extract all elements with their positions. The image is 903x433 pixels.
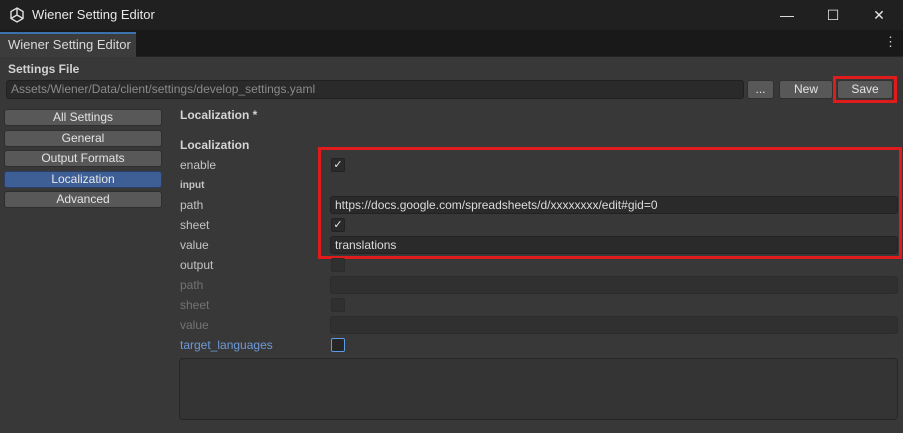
- enable-label: enable: [180, 158, 217, 172]
- output-value-label: value: [180, 318, 209, 332]
- output-path-field[interactable]: [330, 276, 898, 294]
- settings-file-path-field[interactable]: Assets/Wiener/Data/client/settings/devel…: [6, 80, 744, 99]
- input-group-label: input: [180, 180, 205, 191]
- window-title: Wiener Setting Editor: [32, 7, 155, 22]
- tab-wiener-setting-editor[interactable]: Wiener Setting Editor: [0, 32, 136, 57]
- section-title: Localization: [180, 138, 250, 152]
- output-label: output: [180, 258, 214, 272]
- input-highlight-box: [318, 147, 902, 259]
- input-path-label: path: [180, 198, 204, 212]
- page-title: Localization *: [180, 108, 258, 122]
- nav-localization[interactable]: Localization: [4, 171, 162, 188]
- output-value-field[interactable]: [330, 316, 898, 334]
- input-sheet-label: sheet: [180, 218, 210, 232]
- nav-all-settings[interactable]: All Settings: [4, 109, 162, 126]
- output-path-label: path: [180, 278, 204, 292]
- new-button[interactable]: New: [779, 80, 833, 99]
- title-bar: Wiener Setting Editor — ☐ ✕: [0, 0, 903, 30]
- settings-file-label: Settings File: [8, 62, 80, 76]
- close-button[interactable]: ✕: [856, 0, 902, 30]
- nav-general[interactable]: General: [4, 130, 162, 147]
- minimize-button[interactable]: —: [764, 0, 810, 30]
- nav-advanced[interactable]: Advanced: [4, 191, 162, 208]
- maximize-button[interactable]: ☐: [810, 0, 856, 30]
- target-languages-list[interactable]: [179, 358, 898, 420]
- browse-button[interactable]: ...: [747, 80, 774, 99]
- input-value-label: value: [180, 238, 209, 252]
- output-sheet-checkbox[interactable]: [331, 298, 345, 312]
- tab-bar: Wiener Setting Editor: [0, 30, 903, 57]
- save-highlight-box: [833, 76, 897, 103]
- output-sheet-label: sheet: [180, 298, 210, 312]
- output-checkbox[interactable]: [331, 258, 345, 272]
- tab-menu-icon[interactable]: ⋮: [884, 34, 897, 50]
- target-languages-checkbox[interactable]: [331, 338, 345, 352]
- unity-logo-icon: [10, 7, 24, 23]
- nav-output-formats[interactable]: Output Formats: [4, 150, 162, 167]
- target-languages-label[interactable]: target_languages: [180, 338, 273, 352]
